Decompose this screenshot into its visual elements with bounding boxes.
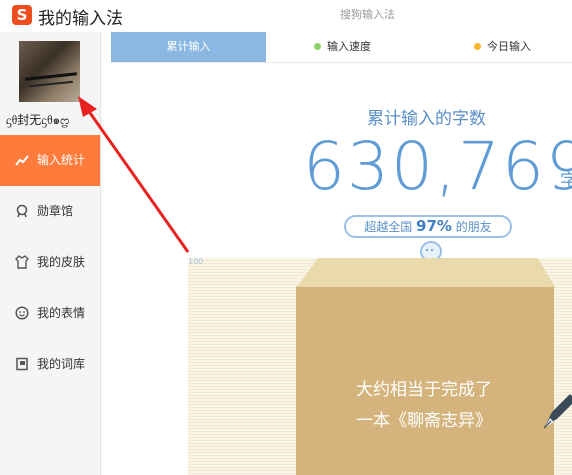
sidebar-item-medals[interactable]: 勋章馆 xyxy=(0,186,100,237)
sidebar-item-label: 勋章馆 xyxy=(37,204,74,218)
book-icon xyxy=(15,357,29,371)
tab-total-input[interactable]: 累计输入 xyxy=(111,32,266,62)
title-bar: S 我的输入法 搜狗输入法 xyxy=(0,0,572,32)
sidebar-item-input-stats[interactable]: 输入统计 xyxy=(0,135,100,186)
book-caption-line1: 大约相当于完成了 xyxy=(356,380,492,400)
sidebar-nav: 输入统计 勋章馆 我的皮肤 我的表情 我的词库 xyxy=(0,135,100,390)
sidebar-item-dictionary[interactable]: 我的词库 xyxy=(0,339,100,390)
chart-icon xyxy=(15,153,29,167)
ranking-badge: 超越全国 97% 的朋友 xyxy=(344,215,512,238)
green-dot-icon xyxy=(314,43,321,50)
app-subtitle: 搜狗输入法 xyxy=(340,8,395,21)
tab-label: 输入速度 xyxy=(327,40,371,53)
sidebar-item-label: 我的词库 xyxy=(37,357,86,371)
sidebar-item-label: 我的皮肤 xyxy=(37,255,86,269)
username: ᦓᦲ封无ᦓᦲ๑ᦦ xyxy=(6,113,70,127)
shirt-icon xyxy=(15,255,29,269)
app-title: 我的输入法 xyxy=(38,9,123,29)
tab-today-input[interactable]: 今日输入 xyxy=(474,32,531,62)
avatar[interactable] xyxy=(19,41,80,102)
ranking-suffix: 的朋友 xyxy=(455,220,492,234)
orange-dot-icon xyxy=(474,43,481,50)
tab-label: 今日输入 xyxy=(487,40,531,53)
ranking-percent: 97% xyxy=(416,217,452,235)
scale-tick-label: 100 xyxy=(188,257,204,266)
stats-headline: 累计输入的字数 xyxy=(367,109,486,129)
sidebar-item-skins[interactable]: 我的皮肤 xyxy=(0,237,100,288)
sidebar-item-label: 输入统计 xyxy=(37,153,86,167)
medal-icon xyxy=(15,204,29,218)
total-char-count: 630,769 xyxy=(303,128,572,205)
book-caption-line2: 一本《聊斋志异》 xyxy=(356,411,492,431)
smile-icon xyxy=(15,306,29,320)
tab-label: 累计输入 xyxy=(166,40,211,53)
count-unit: 字 xyxy=(560,171,572,192)
sogou-logo-icon: S xyxy=(12,5,32,25)
sidebar-item-emoji[interactable]: 我的表情 xyxy=(0,288,100,339)
sidebar-item-label: 我的表情 xyxy=(37,306,86,320)
sidebar: ᦓᦲ封无ᦓᦲ๑ᦦ 输入统计 勋章馆 我的皮肤 我的表情 我的词库 xyxy=(0,32,101,475)
ranking-prefix: 超越全国 xyxy=(364,220,413,234)
tab-input-speed[interactable]: 输入速度 xyxy=(314,32,371,62)
pen-icon xyxy=(543,394,572,429)
stats-tabs: 累计输入 输入速度 今日输入 xyxy=(111,32,572,63)
